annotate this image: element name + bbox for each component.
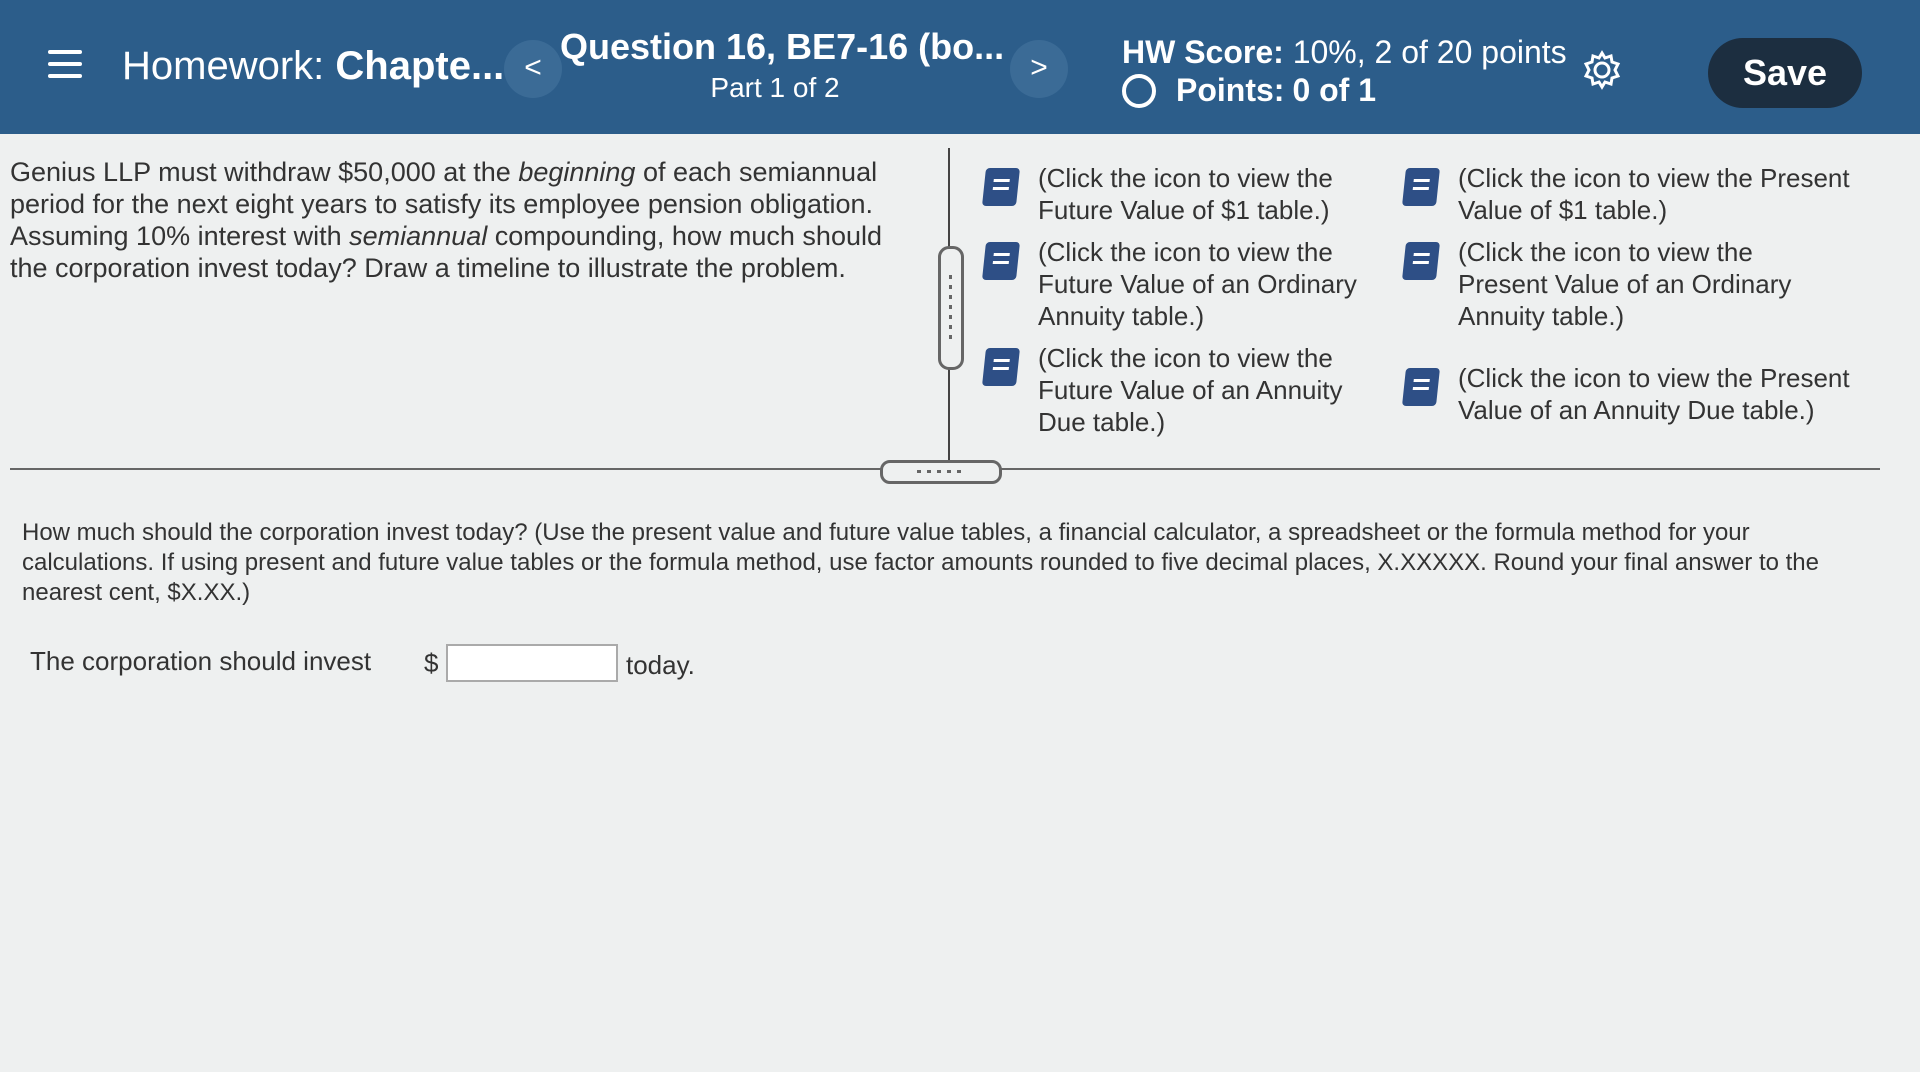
future-value-annuity-due-table-link[interactable]: (Click the icon to view the Future Value… bbox=[982, 342, 1384, 438]
table-link-label: (Click the icon to view the Future Value… bbox=[1038, 237, 1357, 331]
answer-suffix: today. bbox=[626, 650, 695, 680]
question-part: Part 1 of 2 bbox=[710, 72, 840, 103]
table-link-label: (Click the icon to view the Future Value… bbox=[1038, 343, 1343, 437]
top-bar: Homework: Chapte... < Question 16, BE7-1… bbox=[0, 0, 1920, 134]
horizontal-resize-handle[interactable] bbox=[880, 460, 1002, 484]
question-text-part: Genius LLP must withdraw $50,000 at the bbox=[10, 157, 519, 187]
instructions-text: How much should the corporation invest t… bbox=[22, 519, 1819, 606]
currency-symbol: $ bbox=[424, 648, 439, 678]
points-value: 0 of 1 bbox=[1292, 72, 1377, 108]
book-icon[interactable] bbox=[982, 242, 1020, 280]
points-label: Points: bbox=[1176, 72, 1285, 108]
hw-score-value: 10%, 2 of 20 points bbox=[1292, 34, 1567, 70]
book-icon[interactable] bbox=[1402, 242, 1440, 280]
table-link-label: (Click the icon to view the Present Valu… bbox=[1458, 237, 1792, 331]
present-value-1-table-link[interactable]: (Click the icon to view the Present Valu… bbox=[1402, 162, 1874, 226]
future-value-ordinary-annuity-table-link[interactable]: (Click the icon to view the Future Value… bbox=[982, 236, 1384, 332]
hamburger-menu-icon[interactable] bbox=[48, 50, 82, 80]
book-icon[interactable] bbox=[1402, 368, 1440, 406]
table-link-label: (Click the icon to view the Present Valu… bbox=[1458, 163, 1850, 225]
hw-score: HW Score: 10%, 2 of 20 points bbox=[1122, 34, 1567, 71]
book-icon[interactable] bbox=[1402, 168, 1440, 206]
gear-icon[interactable] bbox=[1582, 50, 1622, 90]
homework-title[interactable]: Homework: Chapte... bbox=[122, 44, 504, 89]
book-icon[interactable] bbox=[982, 348, 1020, 386]
content-area: Genius LLP must withdraw $50,000 at the … bbox=[0, 134, 1920, 1072]
present-value-ordinary-annuity-table-link[interactable]: (Click the icon to view the Present Valu… bbox=[1402, 236, 1844, 332]
future-value-1-table-link[interactable]: (Click the icon to view the Future Value… bbox=[982, 162, 1384, 226]
answer-input[interactable] bbox=[446, 644, 618, 682]
points: Points: 0 of 1 bbox=[1122, 72, 1384, 109]
homework-label: Homework: bbox=[122, 44, 325, 88]
next-question-button[interactable]: > bbox=[1010, 40, 1068, 98]
vertical-resize-handle[interactable] bbox=[938, 246, 964, 370]
status-circle-icon bbox=[1122, 73, 1156, 108]
present-value-annuity-due-table-link[interactable]: (Click the icon to view the Present Valu… bbox=[1402, 362, 1874, 426]
previous-question-button[interactable]: < bbox=[504, 40, 562, 98]
question-emphasis: beginning bbox=[518, 157, 636, 187]
hw-score-label: HW Score: bbox=[1122, 34, 1284, 70]
answer-label: The corporation should invest bbox=[30, 646, 372, 676]
chapter-label: Chapte... bbox=[335, 44, 505, 88]
table-link-label: (Click the icon to view the Future Value… bbox=[1038, 163, 1333, 225]
question-emphasis: semiannual bbox=[349, 221, 488, 251]
question-text: Genius LLP must withdraw $50,000 at the … bbox=[10, 156, 920, 284]
book-icon[interactable] bbox=[982, 168, 1020, 206]
question-title[interactable]: Question 16, BE7-16 (bo... bbox=[560, 26, 1004, 68]
table-link-label: (Click the icon to view the Present Valu… bbox=[1458, 363, 1850, 425]
save-button[interactable]: Save bbox=[1708, 38, 1862, 108]
